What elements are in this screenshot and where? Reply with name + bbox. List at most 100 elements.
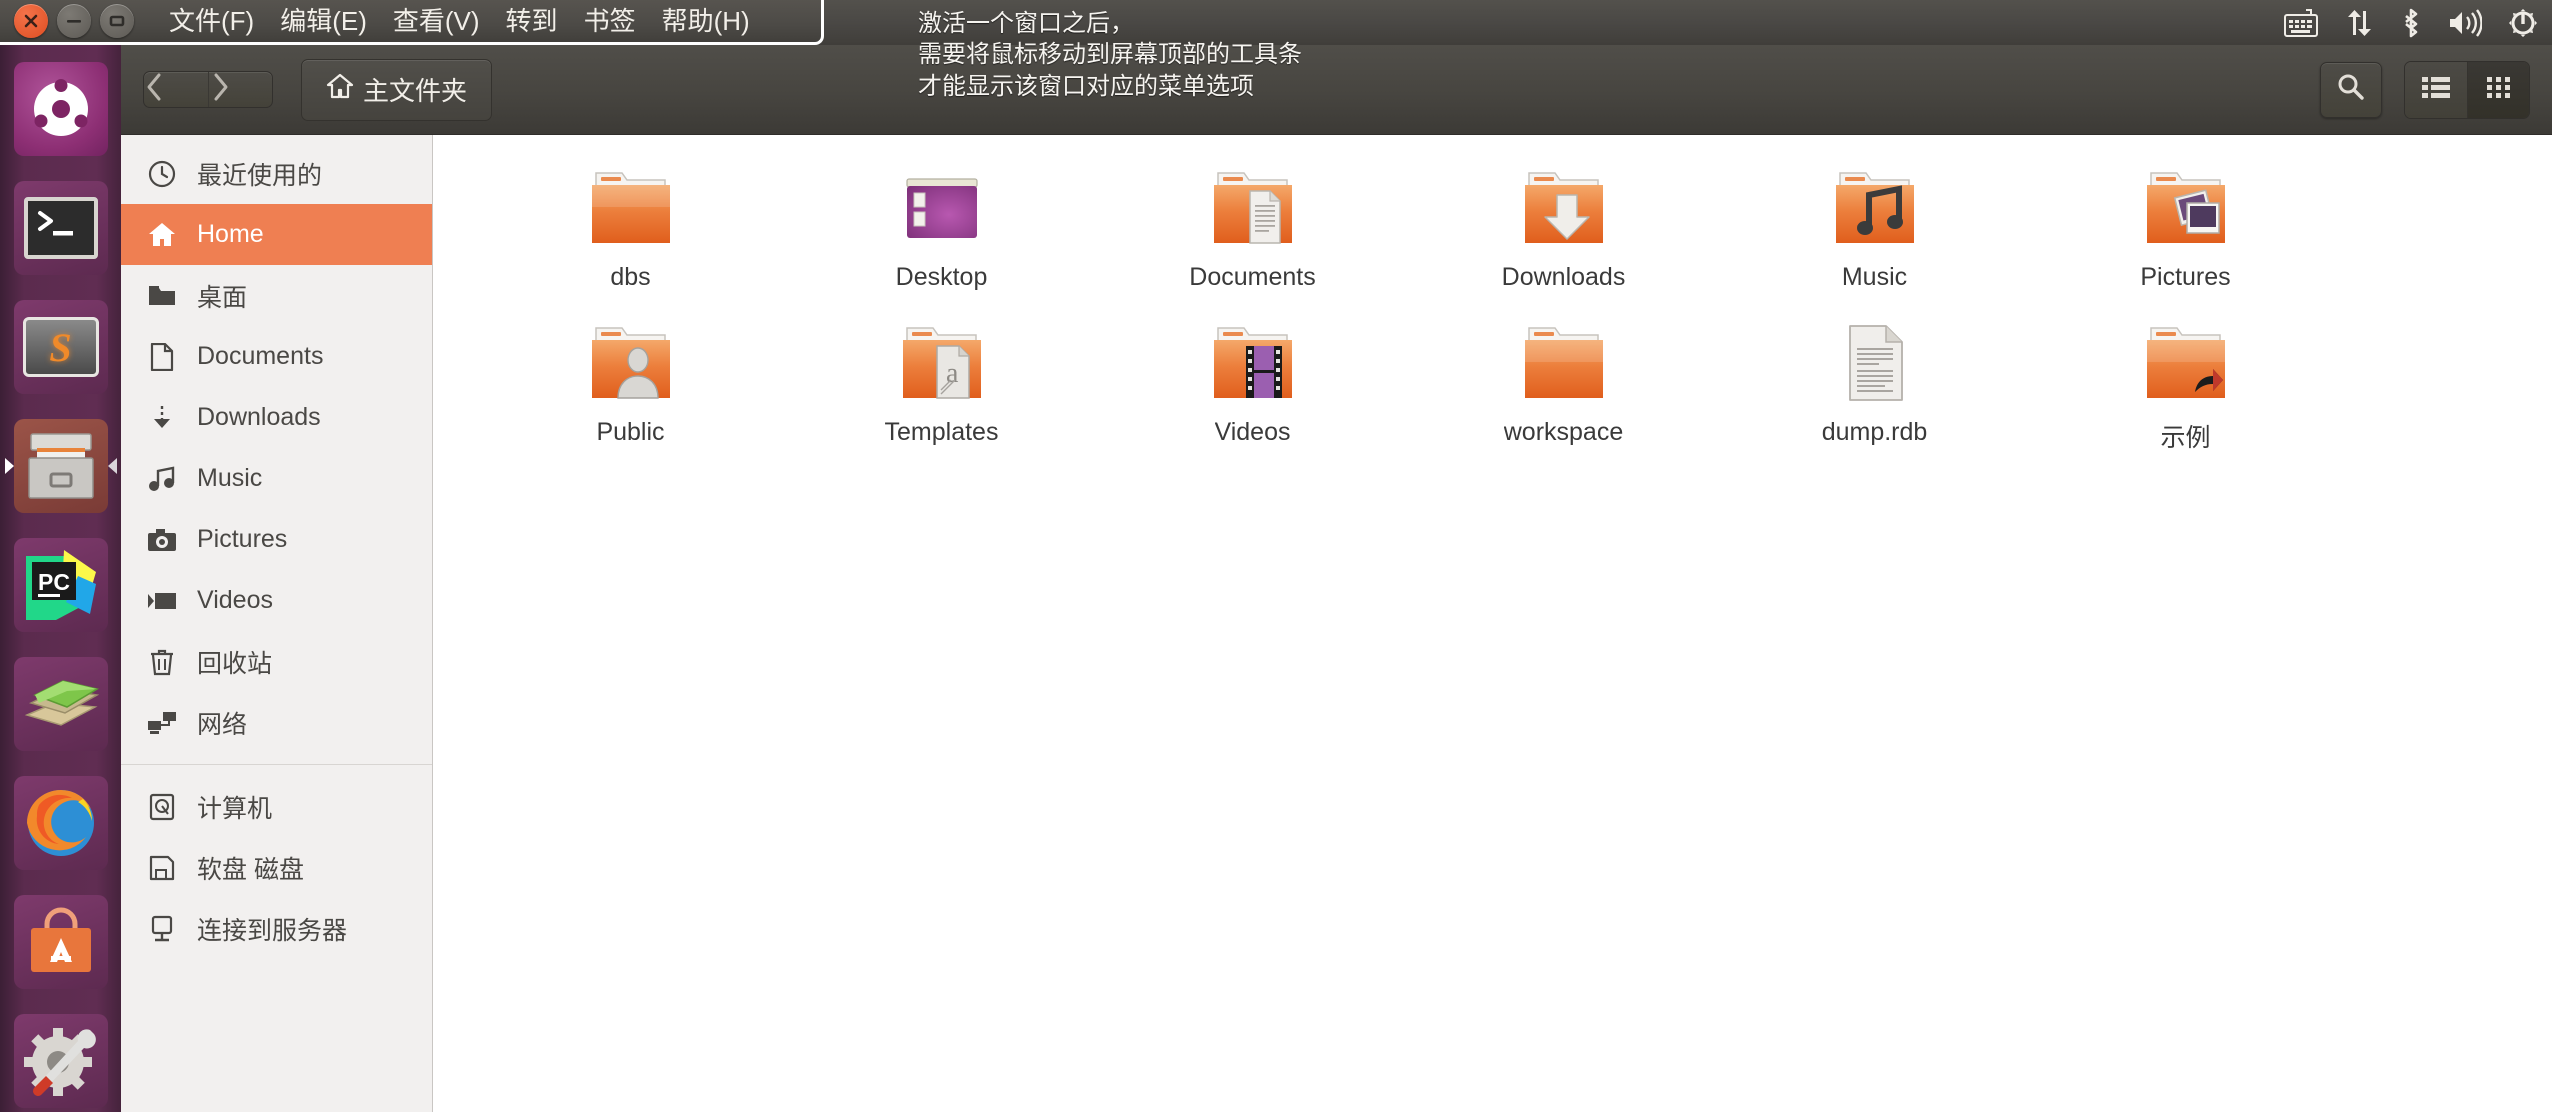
window-controls (14, 4, 134, 38)
floppy-disk-icon (147, 855, 177, 881)
computer-icon (147, 793, 177, 821)
video-icon (147, 591, 177, 611)
folder-icon (1513, 320, 1615, 412)
file-list-area[interactable]: dbs Desktop Documents Downloads Music Pi… (433, 135, 2552, 1112)
list-view-button[interactable] (2405, 61, 2467, 118)
places-sidebar: 最近使用的 Home 桌面 Documents Downloads Music … (121, 135, 433, 1112)
sidebar-label: Videos (197, 586, 273, 614)
music-note-icon (147, 466, 177, 492)
sidebar-divider (121, 764, 432, 765)
folder-public-icon (580, 320, 682, 412)
bluetooth-icon[interactable] (2400, 8, 2422, 38)
toolbar-right-group (2320, 60, 2530, 119)
file-item[interactable]: dump.rdb (1719, 312, 2030, 467)
file-item[interactable]: a Templates (786, 312, 1097, 467)
menu-bookmarks[interactable]: 书签 (571, 5, 649, 37)
launcher-item-files[interactable] (6, 411, 116, 521)
sidebar-item-documents[interactable]: Documents (121, 326, 432, 387)
volume-icon[interactable] (2448, 8, 2482, 37)
menu-help[interactable]: 帮助(H) (649, 5, 763, 37)
folder-icon (580, 165, 682, 257)
breadcrumb[interactable]: 主文件夹 (301, 58, 493, 121)
file-label: Templates (884, 418, 999, 446)
sidebar-item-pictures[interactable]: Pictures (121, 509, 432, 570)
menu-view[interactable]: 查看(V) (380, 5, 493, 37)
sidebar-item-downloads[interactable]: Downloads (121, 387, 432, 448)
clock-icon (147, 160, 177, 188)
launcher-item-pycharm[interactable]: PC (6, 530, 116, 640)
file-item[interactable]: Music (1719, 157, 2030, 312)
navigation-buttons (143, 71, 273, 108)
close-window-button[interactable] (14, 4, 48, 38)
sidebar-item-home[interactable]: Home (121, 204, 432, 265)
sidebar-item-videos[interactable]: Videos (121, 570, 432, 631)
launcher-item-software-center[interactable] (6, 887, 116, 997)
server-connect-icon (147, 915, 177, 943)
folder-videos-icon (1202, 320, 1304, 412)
home-icon (326, 73, 354, 106)
file-item[interactable]: Videos (1097, 312, 1408, 467)
launcher-item-sublime-text[interactable]: S (6, 292, 116, 402)
maximize-window-button[interactable] (100, 4, 134, 38)
sidebar-item-trash[interactable]: 回收站 (121, 631, 432, 692)
folder-templates-icon: a (891, 320, 993, 412)
document-icon (147, 342, 177, 371)
menu-file[interactable]: 文件(F) (156, 5, 267, 37)
file-item[interactable]: Desktop (786, 157, 1097, 312)
view-mode-group (2404, 60, 2530, 119)
sidebar-item-desktop[interactable]: 桌面 (121, 265, 432, 326)
file-item[interactable]: Public (475, 312, 786, 467)
file-item[interactable]: Downloads (1408, 157, 1719, 312)
annotation-text: 激活一个窗口之后， 需要将鼠标移动到屏幕顶部的工具条 才能显示该窗口对应的菜单选… (918, 10, 1302, 100)
launcher-item-system-settings[interactable] (6, 1006, 116, 1112)
file-item[interactable]: dbs (475, 157, 786, 312)
file-manager-window: 主文件夹 最近使用的 Home 桌面 Documents Downloads M… (121, 45, 2552, 1112)
network-icon[interactable] (2344, 9, 2374, 37)
file-label: workspace (1503, 418, 1624, 446)
sidebar-item-computer[interactable]: 计算机 (121, 776, 432, 837)
sidebar-item-network[interactable]: 网络 (121, 692, 432, 753)
sidebar-item-recent[interactable]: 最近使用的 (121, 143, 432, 204)
text-document-icon (1824, 320, 1926, 412)
breadcrumb-label: 主文件夹 (363, 76, 468, 106)
sidebar-item-music[interactable]: Music (121, 448, 432, 509)
camera-icon (147, 528, 177, 552)
folder-icon (147, 284, 177, 308)
file-item[interactable]: 示例 (2030, 312, 2341, 467)
file-item[interactable]: workspace (1408, 312, 1719, 467)
window-menubar-overlay: 文件(F) 编辑(E) 查看(V) 转到 书签 帮助(H) (0, 0, 824, 45)
keyboard-indicator-icon[interactable] (2284, 8, 2318, 37)
svg-text:PC: PC (38, 569, 70, 595)
launcher-item-terminal[interactable] (6, 173, 116, 283)
launcher-item-firefox[interactable] (6, 768, 116, 878)
unity-launcher: S PC (0, 45, 121, 1112)
minimize-window-button[interactable] (57, 4, 91, 38)
sidebar-label: 软盘 磁盘 (197, 855, 304, 884)
window-body: 最近使用的 Home 桌面 Documents Downloads Music … (121, 135, 2552, 1112)
system-menu-gear-icon[interactable] (2508, 8, 2538, 38)
file-label: 示例 (2160, 424, 2211, 452)
grid-view-button[interactable] (2467, 61, 2529, 118)
back-button[interactable] (144, 72, 208, 107)
system-tray (2284, 0, 2538, 45)
sidebar-item-connect-to-server[interactable]: 连接到服务器 (121, 898, 432, 959)
search-button[interactable] (2320, 61, 2382, 118)
file-item[interactable]: Pictures (2030, 157, 2341, 312)
forward-button[interactable] (208, 72, 272, 107)
grid-view-icon (2486, 76, 2511, 103)
sidebar-item-floppy-disk[interactable]: 软盘 磁盘 (121, 837, 432, 898)
search-icon (2337, 73, 2365, 106)
file-item[interactable]: Documents (1097, 157, 1408, 312)
folder-pictures-icon (2135, 165, 2237, 257)
download-icon (147, 404, 177, 432)
file-label: Music (1841, 263, 1908, 291)
launcher-item-help[interactable] (6, 649, 116, 759)
file-manager-toolbar: 主文件夹 (121, 45, 2552, 135)
trash-icon (147, 648, 177, 676)
menu-edit[interactable]: 编辑(E) (267, 5, 380, 37)
menu-go[interactable]: 转到 (493, 5, 571, 37)
folder-music-icon (1824, 165, 1926, 257)
network-icon (147, 710, 177, 736)
launcher-item-dash[interactable] (6, 54, 116, 164)
desktop-icon (891, 165, 993, 257)
